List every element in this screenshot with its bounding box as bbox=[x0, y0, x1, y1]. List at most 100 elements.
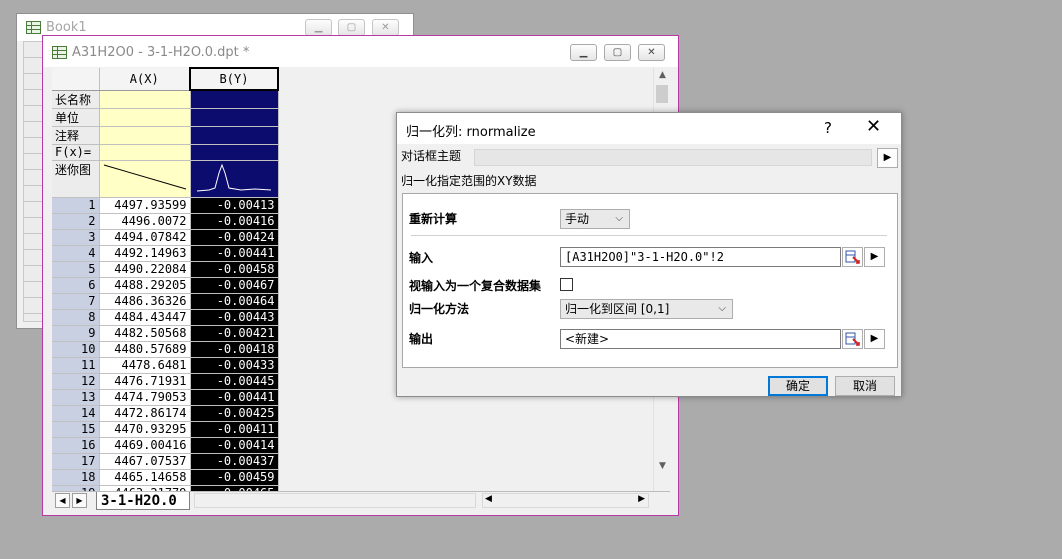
cell-y[interactable]: -0.00437 bbox=[190, 453, 279, 470]
cell-y[interactable]: -0.00443 bbox=[190, 309, 279, 326]
row-number[interactable]: 10 bbox=[52, 341, 100, 358]
row-number[interactable]: 3 bbox=[52, 229, 100, 246]
meta-cell-a[interactable] bbox=[99, 126, 191, 145]
cell-x[interactable]: 4497.93599 bbox=[99, 197, 191, 214]
method-select[interactable]: 归一化到区间 [0,1] ⌵ bbox=[560, 299, 733, 319]
row-number[interactable]: 9 bbox=[52, 325, 100, 342]
table-row[interactable]: 11 4478.6481 -0.00433 bbox=[52, 357, 279, 374]
scroll-left-icon[interactable]: ◀ bbox=[485, 494, 492, 504]
cell-y[interactable]: -0.00441 bbox=[190, 245, 279, 262]
cell-y[interactable]: -0.00418 bbox=[190, 341, 279, 358]
cell-y[interactable]: -0.00459 bbox=[190, 469, 279, 486]
meta-cell-b[interactable] bbox=[190, 126, 279, 145]
close-icon[interactable]: ✕ bbox=[866, 116, 881, 137]
cell-x[interactable]: 4465.14658 bbox=[99, 469, 191, 486]
sparkline-cell-a[interactable] bbox=[99, 160, 191, 198]
meta-row-label[interactable]: F(x)= bbox=[52, 144, 100, 161]
cell-y[interactable]: -0.00421 bbox=[190, 325, 279, 342]
cell-y[interactable]: -0.00424 bbox=[190, 229, 279, 246]
worksheet-table[interactable]: A(X) B(Y) 长名称 单位 注释 F(x)= 迷你图 1 4497.935… bbox=[52, 67, 279, 491]
cell-x[interactable]: 4467.07537 bbox=[99, 453, 191, 470]
worksheet-titlebar[interactable]: A31H2O0 - 3-1-H2O.0.dpt * ▁ ▢ ✕ bbox=[43, 36, 678, 67]
row-number[interactable]: 1 bbox=[52, 197, 100, 214]
cell-x[interactable]: 4480.57689 bbox=[99, 341, 191, 358]
composite-checkbox[interactable] bbox=[560, 278, 573, 291]
row-number[interactable]: 2 bbox=[52, 213, 100, 230]
corner-cell[interactable] bbox=[52, 68, 100, 91]
meta-row-label[interactable]: 单位 bbox=[52, 108, 100, 127]
cell-y[interactable]: -0.00441 bbox=[190, 389, 279, 406]
table-row[interactable]: 2 4496.0072 -0.00416 bbox=[52, 213, 279, 230]
cell-y[interactable]: -0.00425 bbox=[190, 405, 279, 422]
column-header-a[interactable]: A(X) bbox=[99, 68, 191, 91]
cell-x[interactable]: 4472.86174 bbox=[99, 405, 191, 422]
help-button[interactable]: ? bbox=[824, 119, 832, 137]
dialog-titlebar[interactable]: 归一化列: rnormalize ? ✕ bbox=[397, 113, 901, 144]
table-row[interactable]: 3 4494.07842 -0.00424 bbox=[52, 229, 279, 246]
scroll-right-icon[interactable]: ▶ bbox=[638, 494, 645, 504]
cell-y[interactable]: -0.00433 bbox=[190, 357, 279, 374]
meta-cell-b[interactable] bbox=[190, 144, 279, 161]
cell-x[interactable]: 4484.43447 bbox=[99, 309, 191, 326]
sparkline-row-label[interactable]: 迷你图 bbox=[52, 160, 100, 198]
cell-x[interactable]: 4476.71931 bbox=[99, 373, 191, 390]
cell-x[interactable]: 4474.79053 bbox=[99, 389, 191, 406]
meta-cell-b[interactable] bbox=[190, 90, 279, 109]
meta-cell-a[interactable] bbox=[99, 90, 191, 109]
sparkline-cell-b[interactable] bbox=[190, 160, 279, 198]
range-picker-icon[interactable] bbox=[842, 247, 863, 267]
input-range-field[interactable]: [A31H2O0]"3-1-H2O.0"!2 bbox=[560, 247, 841, 267]
row-number[interactable]: 13 bbox=[52, 389, 100, 406]
meta-cell-a[interactable] bbox=[99, 108, 191, 127]
cell-y[interactable]: -0.00414 bbox=[190, 437, 279, 454]
table-row[interactable]: 18 4465.14658 -0.00459 bbox=[52, 469, 279, 486]
cell-x[interactable]: 4482.50568 bbox=[99, 325, 191, 342]
row-number[interactable]: 4 bbox=[52, 245, 100, 262]
tab-prev-icon[interactable]: ◀ bbox=[55, 493, 70, 508]
cell-y[interactable]: -0.00467 bbox=[190, 277, 279, 294]
cell-y[interactable]: -0.00413 bbox=[190, 197, 279, 214]
table-row[interactable]: 4 4492.14963 -0.00441 bbox=[52, 245, 279, 262]
output-menu-button[interactable]: ▶ bbox=[864, 329, 885, 349]
book1-close-button[interactable]: ✕ bbox=[372, 19, 399, 36]
meta-cell-a[interactable] bbox=[99, 144, 191, 161]
scroll-down-icon[interactable]: ▼ bbox=[654, 458, 671, 475]
cell-x[interactable]: 4470.93295 bbox=[99, 421, 191, 438]
table-row[interactable]: 10 4480.57689 -0.00418 bbox=[52, 341, 279, 358]
ok-button[interactable]: 确定 bbox=[768, 376, 828, 396]
book1-minimize-button[interactable]: ▁ bbox=[305, 19, 332, 36]
row-number[interactable]: 17 bbox=[52, 453, 100, 470]
row-number[interactable]: 7 bbox=[52, 293, 100, 310]
row-number[interactable]: 15 bbox=[52, 421, 100, 438]
table-row[interactable]: 6 4488.29205 -0.00467 bbox=[52, 277, 279, 294]
row-number[interactable]: 12 bbox=[52, 373, 100, 390]
cell-y[interactable]: -0.00458 bbox=[190, 261, 279, 278]
column-header-b[interactable]: B(Y) bbox=[189, 67, 279, 91]
cell-y[interactable]: -0.00411 bbox=[190, 421, 279, 438]
row-number[interactable]: 5 bbox=[52, 261, 100, 278]
table-row[interactable]: 1 4497.93599 -0.00413 bbox=[52, 197, 279, 214]
theme-menu-button[interactable]: ▶ bbox=[877, 148, 898, 168]
range-picker-icon[interactable] bbox=[842, 329, 863, 349]
row-number[interactable]: 16 bbox=[52, 437, 100, 454]
cell-x[interactable]: 4492.14963 bbox=[99, 245, 191, 262]
table-row[interactable]: 16 4469.00416 -0.00414 bbox=[52, 437, 279, 454]
cell-x[interactable]: 4486.36326 bbox=[99, 293, 191, 310]
scroll-thumb[interactable] bbox=[656, 85, 668, 103]
book1-maximize-button[interactable]: ▢ bbox=[338, 19, 365, 36]
cell-y[interactable]: -0.00464 bbox=[190, 293, 279, 310]
cell-x[interactable]: 4478.6481 bbox=[99, 357, 191, 374]
meta-row-label[interactable]: 注释 bbox=[52, 126, 100, 145]
output-field[interactable]: <新建> bbox=[560, 329, 841, 349]
table-row[interactable]: 5 4490.22084 -0.00458 bbox=[52, 261, 279, 278]
table-row[interactable]: 12 4476.71931 -0.00445 bbox=[52, 373, 279, 390]
cell-y[interactable]: -0.00445 bbox=[190, 373, 279, 390]
input-menu-button[interactable]: ▶ bbox=[864, 247, 885, 267]
table-row[interactable]: 13 4474.79053 -0.00441 bbox=[52, 389, 279, 406]
cell-x[interactable]: 4496.0072 bbox=[99, 213, 191, 230]
cancel-button[interactable]: 取消 bbox=[835, 376, 895, 396]
horizontal-scrollbar[interactable]: ◀ ▶ bbox=[482, 493, 649, 508]
recalc-select[interactable]: 手动 ⌵ bbox=[560, 209, 630, 229]
cell-x[interactable]: 4494.07842 bbox=[99, 229, 191, 246]
theme-combo[interactable] bbox=[474, 149, 872, 166]
